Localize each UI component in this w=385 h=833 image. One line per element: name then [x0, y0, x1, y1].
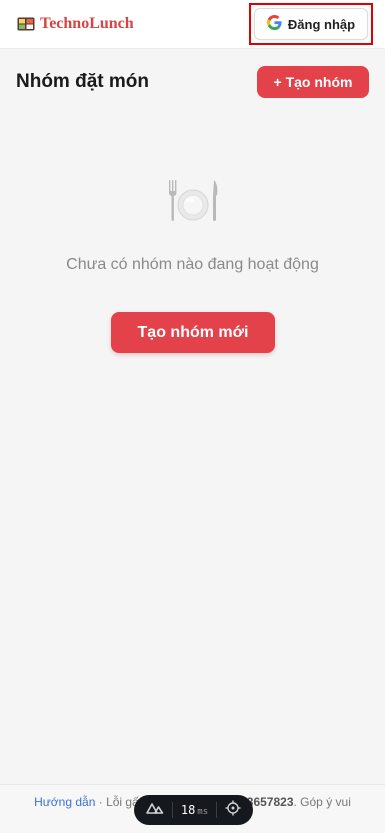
google-login-button[interactable]: Đăng nhập [254, 8, 368, 40]
google-g-icon [266, 15, 282, 33]
feedback-text: Góp ý vui [300, 795, 351, 809]
render-time: 18 ms [181, 803, 208, 817]
empty-state-text: Chưa có nhóm nào đang hoạt động [66, 256, 319, 273]
devtools-bar[interactable]: 18 ms [134, 795, 253, 825]
render-time-value: 18 [180, 803, 196, 817]
brand-name: TechnoLunch [40, 15, 134, 32]
brand[interactable]: TechnoLunch [17, 15, 134, 33]
login-label: Đăng nhập [287, 16, 356, 32]
footer-separator: · [95, 795, 107, 809]
create-group-button[interactable]: + Tạo nhóm [257, 66, 369, 98]
bento-box-icon [17, 17, 35, 31]
crosshair-icon[interactable] [225, 800, 241, 821]
devtools-divider [171, 802, 173, 818]
plate-fork-knife-icon [166, 178, 220, 224]
login-highlight: Đăng nhập [249, 3, 373, 45]
devtools-divider [216, 802, 218, 818]
create-new-group-button[interactable]: Tạo nhóm mới [111, 312, 275, 353]
nuxt-icon[interactable] [146, 801, 164, 819]
title-row: Nhóm đặt món + Tạo nhóm [0, 66, 385, 98]
guide-link[interactable]: Hướng dẫn [34, 795, 95, 809]
page-title: Nhóm đặt món [16, 71, 149, 92]
render-time-unit: ms [197, 807, 209, 817]
top-header: TechnoLunch Đăng nhập [0, 0, 385, 49]
